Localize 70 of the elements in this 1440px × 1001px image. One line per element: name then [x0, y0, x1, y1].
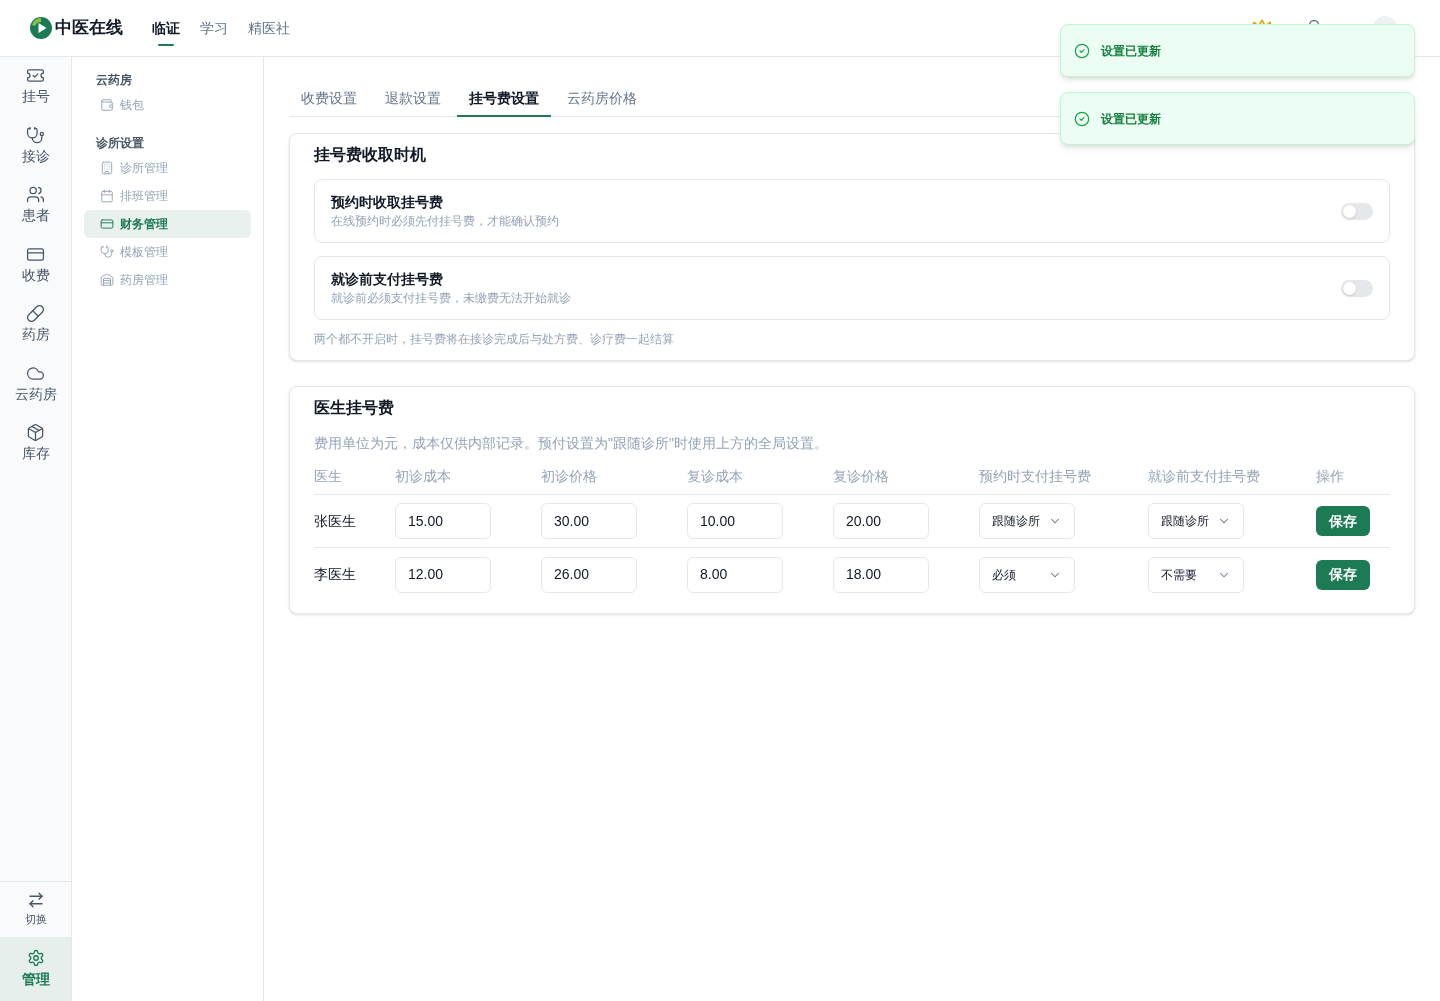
- save-button[interactable]: 保存: [1316, 559, 1370, 590]
- doctor-name: 李医生: [314, 565, 356, 584]
- rail-item[interactable]: 患者: [0, 176, 71, 236]
- option-description: 在线预约时必须先付挂号费，才能确认预约: [331, 213, 559, 230]
- select-field[interactable]: 必须: [979, 556, 1075, 593]
- select-field[interactable]: 不需要: [1148, 556, 1244, 593]
- building-icon: [100, 161, 114, 175]
- rail-item[interactable]: 云药房: [0, 354, 71, 414]
- box-icon: [26, 423, 45, 443]
- option-title: 预约时收取挂号费: [331, 193, 444, 212]
- pill-icon: [26, 304, 45, 324]
- column-header: 复诊成本: [687, 467, 743, 486]
- calendar-icon: [100, 189, 114, 203]
- column-header: 复诊价格: [833, 467, 889, 486]
- input-field[interactable]: 30.00: [541, 503, 637, 539]
- card-icon: [100, 217, 114, 231]
- column-header: 初诊价格: [541, 467, 597, 486]
- stethoscope-icon: [100, 245, 114, 259]
- save-button[interactable]: 保存: [1316, 506, 1370, 536]
- check-circle-icon: [1074, 42, 1090, 59]
- column-header: 初诊成本: [395, 467, 451, 486]
- card-title: 挂号费收取时机: [314, 145, 427, 165]
- stethoscope-icon: [26, 125, 45, 145]
- doctor-name: 张医生: [314, 511, 356, 531]
- tab[interactable]: 退款设置: [373, 81, 453, 117]
- rail-item[interactable]: 收费: [0, 235, 71, 295]
- rail-item[interactable]: 管理: [0, 937, 71, 1001]
- toast-message: 设置已更新: [1101, 42, 1161, 60]
- input-field[interactable]: 12.00: [395, 556, 491, 593]
- wallet-icon: [100, 98, 114, 112]
- column-header: 医生: [314, 467, 342, 486]
- nav-tab[interactable]: 精医社: [248, 0, 290, 56]
- nav-tab[interactable]: 学习: [200, 0, 228, 56]
- select-field[interactable]: 跟随诊所: [979, 503, 1075, 539]
- column-header: 操作: [1316, 467, 1344, 486]
- input-field[interactable]: 10.00: [687, 503, 783, 539]
- toggle-switch[interactable]: [1341, 202, 1373, 220]
- option-description: 就诊前必须支付挂号费，未缴费无法开始就诊: [331, 290, 571, 307]
- column-header: 就诊前支付挂号费: [1148, 467, 1260, 486]
- rail-item[interactable]: 药房: [0, 295, 71, 355]
- input-field[interactable]: 20.00: [833, 503, 929, 539]
- toast-message: 设置已更新: [1101, 110, 1161, 128]
- input-field[interactable]: 8.00: [687, 556, 783, 593]
- swap-arrows-icon: [26, 891, 45, 910]
- rail-item[interactable]: 接诊: [0, 116, 71, 176]
- toggle-switch[interactable]: [1341, 279, 1373, 297]
- tab[interactable]: 挂号费设置: [457, 81, 551, 117]
- nav-tab[interactable]: 临证: [152, 0, 180, 56]
- rail-item[interactable]: 库存: [0, 414, 71, 474]
- input-field[interactable]: 18.00: [833, 556, 929, 593]
- settings-icon: [26, 948, 45, 967]
- check-circle-icon: [1074, 110, 1090, 127]
- select-field[interactable]: 跟随诊所: [1148, 503, 1244, 539]
- logo-icon: [30, 17, 52, 39]
- column-header: 预约时支付挂号费: [979, 467, 1091, 486]
- warehouse-icon: [100, 273, 114, 287]
- input-field[interactable]: 26.00: [541, 556, 637, 593]
- logo-text: 中医在线: [55, 17, 123, 40]
- option-title: 就诊前支付挂号费: [331, 270, 444, 289]
- footnote: 两个都不开启时，挂号费将在接诊完成后与处方费、诊疗费一起结算: [314, 331, 675, 348]
- rail-item[interactable]: 挂号: [0, 57, 71, 117]
- sidebar-group-title: 云药房: [95, 72, 133, 89]
- card-description: 费用单位为元，成本仅供内部记录。预付设置为"跟随诊所"时使用上方的全局设置。: [314, 434, 829, 453]
- card-title: 医生挂号费: [314, 398, 395, 418]
- tab[interactable]: 云药房价格: [555, 81, 649, 117]
- sidebar-item[interactable]: 财务管理: [84, 210, 251, 238]
- input-field[interactable]: 15.00: [395, 503, 491, 539]
- tab[interactable]: 收费设置: [289, 81, 369, 117]
- sidebar-group-title: 诊所设置: [95, 135, 145, 152]
- users-icon: [26, 185, 45, 205]
